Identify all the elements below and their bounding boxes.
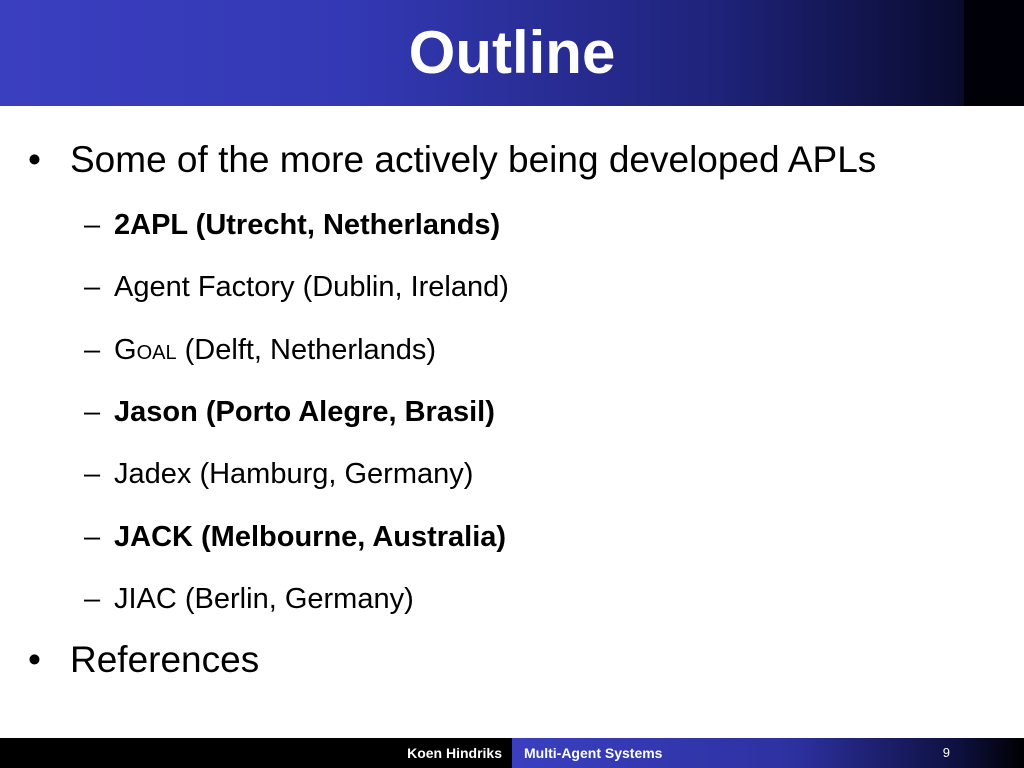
bullet-marker: • [28, 139, 41, 180]
dash-marker: – [84, 271, 101, 303]
title-bar: Outline [0, 0, 1024, 106]
sub-item-text: JIAC (Berlin, Germany) [114, 583, 414, 615]
footer-course: Multi-Agent Systems [524, 745, 663, 761]
sub-item-text: Jadex (Hamburg, Germany) [114, 458, 474, 490]
bullet-text: Some of the more actively being develope… [70, 139, 877, 180]
sub-item-jason: – Jason (Porto Alegre, Brasil) [84, 387, 495, 437]
sub-item-text: Agent Factory (Dublin, Ireland) [114, 271, 509, 303]
sub-item-text: JACK (Melbourne, Australia) [114, 521, 507, 553]
dash-marker: – [84, 458, 101, 490]
sub-item-agent-factory: – Agent Factory (Dublin, Ireland) [84, 262, 509, 312]
dash-marker: – [84, 521, 101, 553]
sub-item-jiac: – JIAC (Berlin, Germany) [84, 574, 414, 624]
sub-item-goal-name: Goal [114, 334, 177, 366]
sub-item-goal: – Goal (Delft, Netherlands) [84, 325, 436, 375]
dash-marker: – [84, 334, 101, 366]
slide-footer: Koen Hindriks Multi-Agent Systems 9 [0, 738, 1024, 768]
sub-item-text: (Delft, Netherlands) [176, 334, 437, 366]
footer-page-number: 9 [942, 745, 950, 760]
bullet-marker: • [28, 639, 41, 680]
sub-item-jack: – JACK (Melbourne, Australia) [84, 512, 506, 562]
footer-author: Koen Hindriks [407, 745, 502, 761]
dash-marker: – [84, 209, 101, 241]
dash-marker: – [84, 583, 101, 615]
slide-title: Outline [408, 19, 616, 86]
goal-name-rest: oal [136, 334, 177, 366]
footer-course-panel: Multi-Agent Systems 9 [512, 738, 1024, 768]
goal-name-initial: G [114, 334, 137, 366]
bullet-item-references: • References [28, 630, 259, 690]
dash-marker: – [84, 396, 101, 428]
sub-item-text: Jason (Porto Alegre, Brasil) [114, 396, 495, 428]
bullet-item-apls: • Some of the more actively being develop… [28, 130, 876, 190]
sub-item-jadex: – Jadex (Hamburg, Germany) [84, 449, 473, 499]
sub-item-text: 2APL (Utrecht, Netherlands) [114, 209, 501, 241]
bullet-text: References [70, 639, 260, 680]
sub-item-2apl: –2APL (Utrecht, Netherlands) [84, 200, 500, 250]
